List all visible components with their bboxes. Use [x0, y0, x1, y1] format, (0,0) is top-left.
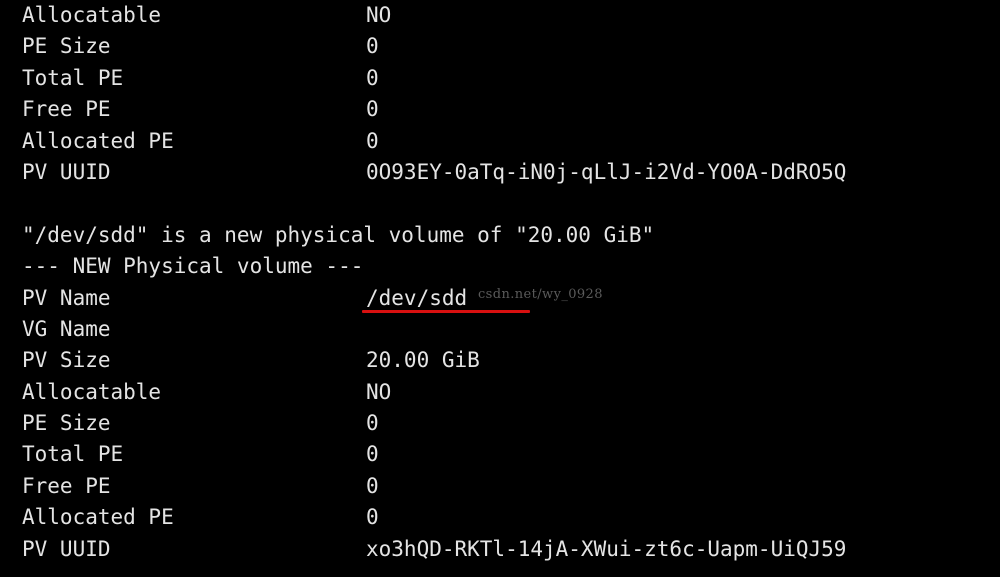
field-value: 0: [366, 442, 379, 467]
field-label: PV UUID: [22, 159, 111, 184]
terminal-output: Allocatable NO PE Size 0 Total PE 0 Free PE…: [0, 0, 1000, 565]
field-value: 0: [366, 505, 379, 530]
field-label: Allocatable: [22, 3, 162, 27]
terminal-row-pv-uuid-2: PV UUID xo3hQD-RKTl-14jA-XWui-zt6c-Uapm-U…: [0, 534, 1000, 565]
terminal-row-pe-size-1: PE Size 0: [0, 31, 1000, 62]
field-label: Allocatable: [22, 379, 162, 404]
field-value: NO: [366, 3, 392, 27]
field-label: Free PE: [22, 97, 111, 122]
field-value: xo3hQD-RKTl-14jA-XWui-zt6c-Uapm-UiQJ59: [366, 536, 847, 561]
field-label: Allocated PE: [22, 505, 174, 530]
field-label: Free PE: [22, 473, 111, 498]
terminal-row-pv-name-2: PV Name/dev/sdd: [0, 283, 1000, 314]
terminal-message-section-header: --- NEW Physical volume ---: [0, 251, 1000, 282]
field-label: PV Name: [22, 285, 111, 310]
field-label: VG Name: [22, 316, 111, 341]
red-underline-annotation: [362, 309, 530, 313]
field-value: 0: [366, 473, 379, 498]
terminal-row-pe-size-2: PE Size 0: [0, 408, 1000, 439]
terminal-row-vg-name-2: VG Name: [0, 314, 1000, 345]
field-value: 0: [366, 34, 379, 59]
field-label: Allocated PE: [22, 128, 174, 153]
terminal-row-allocated-pe-1: Allocated PE 0: [0, 126, 1000, 157]
field-label: PV UUID: [22, 536, 111, 561]
terminal-row-pv-uuid-1: PV UUID 0O93EY-0aTq-iN0j-qLlJ-i2Vd-YO0A-D…: [0, 157, 1000, 188]
field-label: PE Size: [22, 411, 111, 436]
terminal-screen[interactable]: Allocatable NO PE Size 0 Total PE 0 Free PE…: [0, 0, 1000, 577]
terminal-row-allocatable-1: Allocatable NO: [0, 0, 1000, 31]
message-text: --- NEW Physical volume ---: [22, 254, 364, 279]
field-label: PV Size: [22, 348, 111, 373]
terminal-row-free-pe-1: Free PE 0: [0, 94, 1000, 125]
field-value: 0: [366, 65, 379, 90]
field-value: 0O93EY-0aTq-iN0j-qLlJ-i2Vd-YO0A-DdRO5Q: [366, 159, 847, 184]
terminal-row-pv-size-2: PV Size 20.00 GiB: [0, 345, 1000, 376]
terminal-message-new-pv: "/dev/sdd" is a new physical volume of "…: [0, 220, 1000, 251]
field-label: Total PE: [22, 65, 124, 90]
terminal-row-allocated-pe-2: Allocated PE 0: [0, 502, 1000, 533]
field-value: 0: [366, 97, 379, 122]
field-value: 0: [366, 411, 379, 436]
field-value: NO: [366, 379, 392, 404]
field-value: 0: [366, 128, 379, 153]
field-label: PE Size: [22, 34, 111, 59]
terminal-row-total-pe-1: Total PE 0: [0, 63, 1000, 94]
field-value: 20.00 GiB: [366, 348, 480, 373]
field-label: Total PE: [22, 442, 124, 467]
terminal-row-total-pe-2: Total PE 0: [0, 439, 1000, 470]
message-text: "/dev/sdd" is a new physical volume of "…: [22, 222, 655, 247]
terminal-row-allocatable-2: Allocatable NO: [0, 377, 1000, 408]
terminal-row-free-pe-2: Free PE 0: [0, 471, 1000, 502]
